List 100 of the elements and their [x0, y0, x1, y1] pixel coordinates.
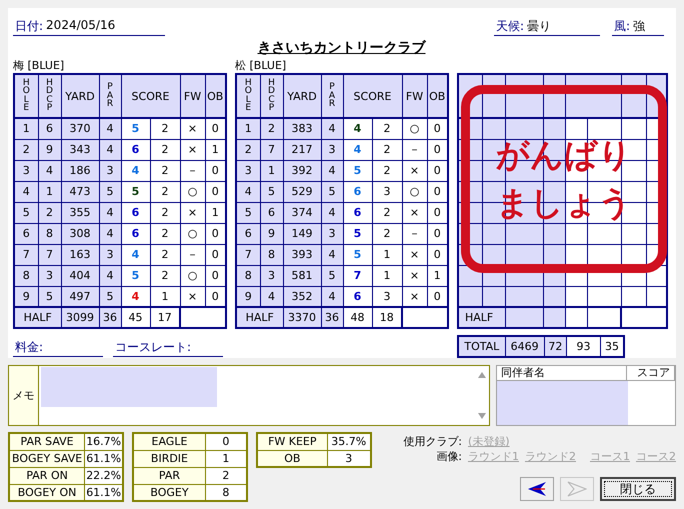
table-cell: 36: [99, 307, 121, 328]
table-cell: TOTAL: [458, 336, 506, 357]
stat-value: 3: [327, 450, 371, 467]
previous-button[interactable]: [520, 477, 554, 501]
stat-label: PAR SAVE: [9, 433, 85, 450]
table-cell: 8: [260, 244, 283, 265]
table-cell: 2: [38, 202, 61, 223]
table-cell: 1: [427, 265, 448, 286]
table-cell: 0: [205, 181, 226, 202]
table-cell: 18: [372, 307, 402, 328]
image-link[interactable]: コース2: [636, 449, 676, 464]
table-cell: 6: [14, 223, 38, 244]
table-cell: 7: [14, 244, 38, 265]
table-cell: 0: [205, 265, 226, 286]
table-cell: 9: [14, 286, 38, 307]
table-cell: 1: [372, 244, 402, 265]
table-cell: 4: [14, 181, 38, 202]
column-header: HOLE: [14, 74, 38, 118]
table-cell: 2: [150, 244, 180, 265]
table-cell: 1: [14, 118, 38, 139]
weather-field: 天候: 曇り: [494, 18, 600, 36]
table-cell: 5: [121, 181, 150, 202]
arrow-left-icon: [526, 481, 547, 497]
table-cell: 1: [260, 160, 283, 181]
stat-value: 2: [205, 467, 248, 484]
table-cell: 3: [321, 223, 343, 244]
table-cell: 4: [321, 202, 343, 223]
table-cell: 2: [150, 223, 180, 244]
image-link[interactable]: ラウンド1: [468, 449, 519, 464]
clubs-link[interactable]: (未登録): [468, 434, 510, 449]
table-cell: 6: [121, 223, 150, 244]
table-cell: 149: [283, 223, 321, 244]
table-cell: 45: [121, 307, 150, 328]
table-cell: ×: [402, 160, 427, 181]
table-cell: 4: [343, 139, 372, 160]
table-cell: 2: [150, 160, 180, 181]
stat-label: FW KEEP: [257, 433, 328, 450]
table-cell: 217: [283, 139, 321, 160]
table-cell: 581: [283, 265, 321, 286]
table-cell: ○: [180, 181, 205, 202]
table-cell: 6: [343, 202, 372, 223]
table-cell: 6: [260, 202, 283, 223]
table-cell: 0: [427, 160, 448, 181]
wind-field: 風: 強: [612, 18, 664, 36]
stat-label: OB: [257, 450, 328, 467]
table-cell: 186: [61, 160, 99, 181]
table-cell: 6: [343, 181, 372, 202]
table-cell: 393: [283, 244, 321, 265]
column-header: 同伴者名: [497, 366, 628, 380]
table-cell: 3: [38, 265, 61, 286]
stat-value: 35.7%: [327, 433, 371, 450]
companion-list[interactable]: 同伴者名 スコア: [496, 365, 676, 426]
column-header: HOLE: [236, 74, 260, 118]
stat-value: 16.7%: [84, 433, 124, 450]
table-cell: 2: [372, 223, 402, 244]
table-cell: 6469: [505, 336, 544, 357]
table-cell: 4: [99, 265, 121, 286]
table-cell: 17: [150, 307, 180, 328]
close-button[interactable]: 閉じる: [600, 477, 676, 501]
course-caption: 松 [BLUE]: [235, 58, 288, 73]
table-cell: 5: [236, 202, 260, 223]
table-cell: 5: [121, 265, 150, 286]
column-header: FW: [180, 74, 205, 118]
stat-value: 61.1%: [84, 484, 124, 501]
table-cell: 4: [99, 118, 121, 139]
course-rate-field: コースレート:: [113, 339, 223, 357]
table-cell: 9: [260, 223, 283, 244]
table-cell: ×: [402, 244, 427, 265]
column-header: FW: [402, 74, 427, 118]
table-cell: ×: [402, 202, 427, 223]
table-cell: 5: [99, 181, 121, 202]
table-cell: －: [180, 160, 205, 181]
table-cell: 0: [427, 118, 448, 139]
table-cell: 0: [427, 139, 448, 160]
table-cell: 383: [283, 118, 321, 139]
course-caption: 梅 [BLUE]: [13, 58, 66, 73]
table-cell: 529: [283, 181, 321, 202]
table-cell: 4: [121, 244, 150, 265]
course-title: きさいちカントリークラブ: [256, 39, 427, 58]
table-cell: 93: [566, 336, 600, 357]
table-cell: 72: [544, 336, 567, 357]
table-cell: 4: [121, 160, 150, 181]
table-cell: 355: [61, 202, 99, 223]
table-cell: 4: [343, 118, 372, 139]
table-cell: 473: [61, 181, 99, 202]
column-header: SCORE: [121, 74, 180, 118]
table-cell: 404: [61, 265, 99, 286]
table-cell: 2: [150, 202, 180, 223]
table-cell: 0: [205, 244, 226, 265]
table-cell: 1: [372, 265, 402, 286]
image-link[interactable]: ラウンド2: [524, 449, 576, 464]
table-cell: 5: [321, 181, 343, 202]
image-link[interactable]: コース1: [590, 449, 630, 464]
table-cell: 3: [99, 160, 121, 181]
table-cell: 4: [99, 202, 121, 223]
table-cell: 5: [14, 202, 38, 223]
table-cell: 0: [427, 202, 448, 223]
table-cell: 9: [236, 286, 260, 307]
table-cell: ○: [180, 265, 205, 286]
table-cell: HALF: [14, 307, 61, 328]
